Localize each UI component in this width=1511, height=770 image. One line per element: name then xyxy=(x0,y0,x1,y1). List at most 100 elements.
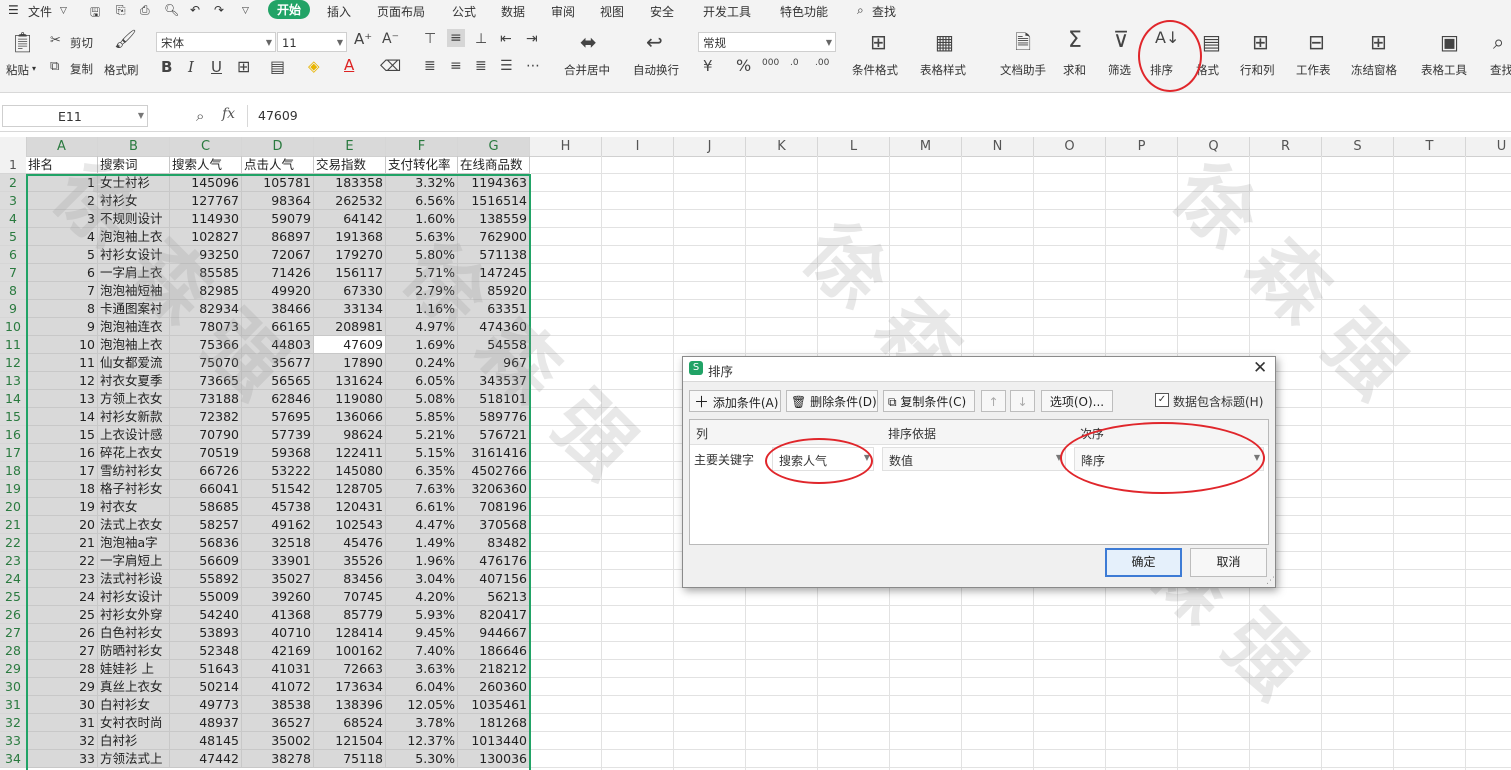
table-cell[interactable]: 63351 xyxy=(458,300,530,318)
table-cell[interactable]: 38278 xyxy=(242,750,314,768)
table-cell[interactable]: 1035461 xyxy=(458,696,530,714)
table-cell[interactable]: 93250 xyxy=(170,246,242,264)
table-cell[interactable]: 25 xyxy=(26,606,98,624)
table-cell[interactable]: 1.96% xyxy=(386,552,458,570)
row-header[interactable]: 3 xyxy=(0,192,26,210)
table-cell[interactable]: 方领上衣女 xyxy=(98,390,170,408)
table-cell[interactable]: 66165 xyxy=(242,318,314,336)
table-cell[interactable]: 3 xyxy=(26,210,98,228)
table-cell[interactable]: 26 xyxy=(26,624,98,642)
table-cell[interactable]: 35027 xyxy=(242,570,314,588)
table-cell[interactable]: 41072 xyxy=(242,678,314,696)
table-cell[interactable]: 589776 xyxy=(458,408,530,426)
table-cell[interactable]: 38466 xyxy=(242,300,314,318)
row-header[interactable]: 12 xyxy=(0,354,26,372)
table-cell[interactable]: 法式衬衫设 xyxy=(98,570,170,588)
table-cell[interactable]: 474360 xyxy=(458,318,530,336)
row-header[interactable]: 31 xyxy=(0,696,26,714)
table-cell[interactable]: 35002 xyxy=(242,732,314,750)
table-cell[interactable]: 56565 xyxy=(242,372,314,390)
move-down-button[interactable]: ↓ xyxy=(1010,390,1035,412)
table-cell[interactable]: 泡泡袖短袖 xyxy=(98,282,170,300)
table-cell[interactable]: 17890 xyxy=(314,354,386,372)
table-cell[interactable]: 762900 xyxy=(458,228,530,246)
table-cell[interactable]: 5 xyxy=(26,246,98,264)
table-cell[interactable]: 58685 xyxy=(170,498,242,516)
table-cell[interactable]: 35677 xyxy=(242,354,314,372)
table-cell[interactable]: 泡泡袖上衣 xyxy=(98,228,170,246)
table-cell[interactable]: 54240 xyxy=(170,606,242,624)
table-cell[interactable]: 6.56% xyxy=(386,192,458,210)
table-cell[interactable]: 156117 xyxy=(314,264,386,282)
resize-grip-icon[interactable]: ⋰ xyxy=(1266,576,1275,586)
order-select[interactable]: 降序 ▼ xyxy=(1074,447,1264,471)
row-header[interactable]: 30 xyxy=(0,678,26,696)
table-cell[interactable]: 75070 xyxy=(170,354,242,372)
table-cell[interactable]: 3.63% xyxy=(386,660,458,678)
basis-select[interactable]: 数值 ▼ xyxy=(882,447,1066,471)
header-cell[interactable]: 交易指数 xyxy=(314,156,386,174)
table-cell[interactable]: 10 xyxy=(26,336,98,354)
table-cell[interactable]: 3.04% xyxy=(386,570,458,588)
table-cell[interactable]: 476176 xyxy=(458,552,530,570)
table-cell[interactable]: 70745 xyxy=(314,588,386,606)
table-cell[interactable]: 179270 xyxy=(314,246,386,264)
header-cell[interactable]: 支付转化率 xyxy=(386,156,458,174)
table-cell[interactable]: 82934 xyxy=(170,300,242,318)
table-cell[interactable]: 59368 xyxy=(242,444,314,462)
table-cell[interactable]: 49162 xyxy=(242,516,314,534)
table-cell[interactable]: 73665 xyxy=(170,372,242,390)
table-cell[interactable]: 85920 xyxy=(458,282,530,300)
row-header[interactable]: 13 xyxy=(0,372,26,390)
table-cell[interactable]: 51643 xyxy=(170,660,242,678)
table-cell[interactable]: 衬衫女设计 xyxy=(98,246,170,264)
table-cell[interactable]: 泡泡袖上衣 xyxy=(98,336,170,354)
table-cell[interactable]: 8 xyxy=(26,300,98,318)
table-cell[interactable]: 1.49% xyxy=(386,534,458,552)
table-cell[interactable]: 泡泡袖连衣 xyxy=(98,318,170,336)
table-cell[interactable]: 1.60% xyxy=(386,210,458,228)
header-cell[interactable]: 搜索词 xyxy=(98,156,170,174)
table-cell[interactable]: 62846 xyxy=(242,390,314,408)
table-cell[interactable]: 法式上衣女 xyxy=(98,516,170,534)
table-cell[interactable]: 72067 xyxy=(242,246,314,264)
table-cell[interactable]: 260360 xyxy=(458,678,530,696)
header-cell[interactable]: 搜索人气 xyxy=(170,156,242,174)
table-cell[interactable]: 98364 xyxy=(242,192,314,210)
delete-condition-button[interactable]: 🗑︎ 删除条件(D) xyxy=(786,390,878,412)
table-cell[interactable]: 3206360 xyxy=(458,480,530,498)
row-header[interactable]: 22 xyxy=(0,534,26,552)
table-cell[interactable]: 64142 xyxy=(314,210,386,228)
table-cell[interactable]: 98624 xyxy=(314,426,386,444)
table-cell[interactable]: 33134 xyxy=(314,300,386,318)
row-header[interactable]: 27 xyxy=(0,624,26,642)
table-cell[interactable]: 4.20% xyxy=(386,588,458,606)
table-cell[interactable]: 183358 xyxy=(314,174,386,192)
row-header[interactable]: 14 xyxy=(0,390,26,408)
table-cell[interactable]: 262532 xyxy=(314,192,386,210)
table-cell[interactable]: 50214 xyxy=(170,678,242,696)
table-cell[interactable]: 1013440 xyxy=(458,732,530,750)
table-cell[interactable]: 944667 xyxy=(458,624,530,642)
table-cell[interactable]: 708196 xyxy=(458,498,530,516)
table-cell[interactable]: 28 xyxy=(26,660,98,678)
table-cell[interactable]: 32518 xyxy=(242,534,314,552)
table-cell[interactable]: 72382 xyxy=(170,408,242,426)
table-cell[interactable]: 5.71% xyxy=(386,264,458,282)
row-header[interactable]: 18 xyxy=(0,462,26,480)
table-cell[interactable]: 6.05% xyxy=(386,372,458,390)
table-cell[interactable]: 120431 xyxy=(314,498,386,516)
table-cell[interactable]: 白衬衫女 xyxy=(98,696,170,714)
header-cell[interactable]: 在线商品数 xyxy=(458,156,530,174)
table-cell[interactable]: 85585 xyxy=(170,264,242,282)
table-cell[interactable]: 3.32% xyxy=(386,174,458,192)
table-cell[interactable]: 娃娃衫 上 xyxy=(98,660,170,678)
table-cell[interactable]: 370568 xyxy=(458,516,530,534)
table-cell[interactable]: 173634 xyxy=(314,678,386,696)
cancel-button[interactable]: 取消 xyxy=(1190,548,1267,577)
table-cell[interactable]: 33901 xyxy=(242,552,314,570)
table-cell[interactable]: 7.63% xyxy=(386,480,458,498)
table-cell[interactable]: 14 xyxy=(26,408,98,426)
row-header[interactable]: 21 xyxy=(0,516,26,534)
table-cell[interactable]: 1194363 xyxy=(458,174,530,192)
